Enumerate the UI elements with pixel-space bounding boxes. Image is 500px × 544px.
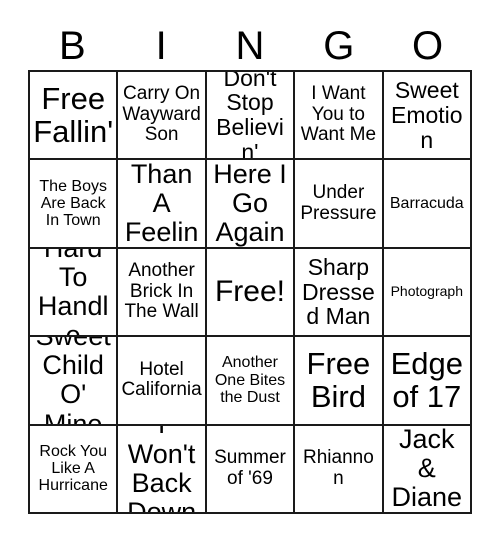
bingo-cell[interactable]: I Won't Back Down bbox=[118, 425, 207, 514]
header-letter-n: N bbox=[235, 24, 265, 68]
bingo-cell-label: I Won't Back Down bbox=[127, 426, 197, 514]
bingo-cell[interactable]: Sharp Dressed Man bbox=[295, 248, 384, 338]
bingo-cell[interactable]: Sweet Emotion bbox=[383, 72, 472, 161]
bingo-cell-label: Hard To Handle bbox=[37, 249, 109, 338]
bingo-cell[interactable]: Under Pressure bbox=[295, 160, 384, 249]
bingo-cell-label: Don't Stop Believin' bbox=[216, 72, 284, 161]
bingo-cell[interactable]: Summer of '69 bbox=[206, 425, 296, 514]
header-letter-g: G bbox=[323, 24, 355, 68]
bingo-cell-label: Another One Bites the Dust bbox=[214, 354, 286, 407]
bingo-cell[interactable]: More Than A Feeling bbox=[118, 160, 207, 249]
bingo-cell-label: The Boys Are Back In Town bbox=[39, 177, 107, 230]
bingo-header: B I N G O bbox=[28, 22, 472, 70]
bingo-free-space[interactable]: Free! bbox=[206, 248, 296, 338]
bingo-cell-label: Under Pressure bbox=[300, 182, 377, 224]
header-letter-i: I bbox=[155, 24, 167, 68]
bingo-cell-label: More Than A Feeling bbox=[124, 160, 199, 248]
bingo-cell-label: Edge of 17 bbox=[390, 345, 463, 415]
bingo-cell[interactable]: Rhiannon bbox=[295, 425, 384, 514]
header-letter-o: O bbox=[412, 24, 444, 68]
header-letter-b: B bbox=[59, 24, 86, 68]
bingo-cell-label: Sweet Child O' Mine bbox=[36, 337, 111, 426]
bingo-cell[interactable]: I Want You to Want Me bbox=[295, 72, 384, 161]
bingo-cell-label: Carry On Wayward Son bbox=[122, 83, 201, 146]
bingo-cell[interactable]: Hard To Handle bbox=[30, 248, 119, 338]
bingo-cell[interactable]: Photograph bbox=[383, 248, 472, 338]
bingo-cell-label: Hotel California bbox=[121, 358, 202, 401]
bingo-cell-label: Another Brick In The Wall bbox=[124, 260, 199, 323]
bingo-cell[interactable]: Jack & Diane bbox=[383, 425, 472, 514]
bingo-cell-label: Free Bird bbox=[306, 345, 371, 415]
bingo-cell-label: Rock You Like A Hurricane bbox=[38, 442, 108, 495]
bingo-cell-label: Barracuda bbox=[389, 194, 464, 212]
bingo-cell[interactable]: Barracuda bbox=[383, 160, 472, 249]
bingo-cell[interactable]: Here I Go Again bbox=[206, 160, 296, 249]
bingo-cell[interactable]: Sweet Child O' Mine bbox=[30, 337, 119, 426]
bingo-cell[interactable]: Another One Bites the Dust bbox=[206, 337, 296, 426]
bingo-cell-label: Free Fallin' bbox=[33, 80, 114, 150]
bingo-cell[interactable]: Another Brick In The Wall bbox=[118, 248, 207, 338]
bingo-cell[interactable]: Free Bird bbox=[295, 337, 384, 426]
bingo-cell-label: Summer of '69 bbox=[214, 447, 286, 489]
bingo-cell[interactable]: Carry On Wayward Son bbox=[118, 72, 207, 161]
bingo-cell-label: Photograph bbox=[390, 283, 463, 300]
bingo-cell-label: Rhiannon bbox=[303, 447, 374, 489]
bingo-grid: Free Fallin' Carry On Wayward Son Don't … bbox=[28, 70, 472, 514]
bingo-cell-label: Sharp Dressed Man bbox=[301, 253, 375, 330]
bingo-card: B I N G O Free Fallin' Carry On Wayward … bbox=[0, 0, 500, 544]
bingo-cell-label: I Want You to Want Me bbox=[300, 83, 377, 146]
bingo-free-space-label: Free! bbox=[214, 274, 285, 308]
bingo-cell[interactable]: Edge of 17 bbox=[383, 337, 472, 426]
bingo-cell-label: Sweet Emotion bbox=[391, 76, 463, 153]
bingo-cell[interactable]: Rock You Like A Hurricane bbox=[30, 425, 119, 514]
bingo-cell[interactable]: The Boys Are Back In Town bbox=[30, 160, 119, 249]
bingo-cell[interactable]: Free Fallin' bbox=[30, 72, 119, 161]
bingo-cell-label: Here I Go Again bbox=[213, 160, 287, 248]
bingo-cell-label: Jack & Diane bbox=[391, 425, 463, 513]
bingo-cell[interactable]: Hotel California bbox=[118, 337, 207, 426]
bingo-cell[interactable]: Don't Stop Believin' bbox=[206, 72, 296, 161]
